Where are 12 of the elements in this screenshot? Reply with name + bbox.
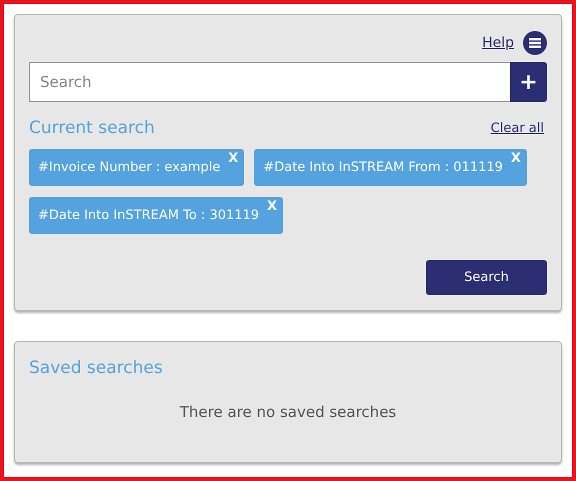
filter-label: #Date Into InSTREAM From : 011119	[263, 160, 503, 175]
clear-all-link[interactable]: Clear all	[490, 120, 544, 136]
search-button[interactable]: Search	[426, 260, 547, 295]
section-title: Saved searches	[29, 358, 164, 378]
filter-label: #Invoice Number : example	[38, 160, 220, 175]
search-field[interactable]: Search	[29, 62, 510, 102]
filter-label: #Date Into InSTREAM To : 301119	[38, 208, 260, 223]
add-button[interactable]: +	[510, 62, 547, 102]
menu-icon[interactable]	[523, 31, 547, 55]
empty-message: There are no saved searches	[178, 403, 398, 421]
help-link[interactable]: Help	[482, 35, 514, 51]
section-title: Current search	[29, 118, 155, 138]
